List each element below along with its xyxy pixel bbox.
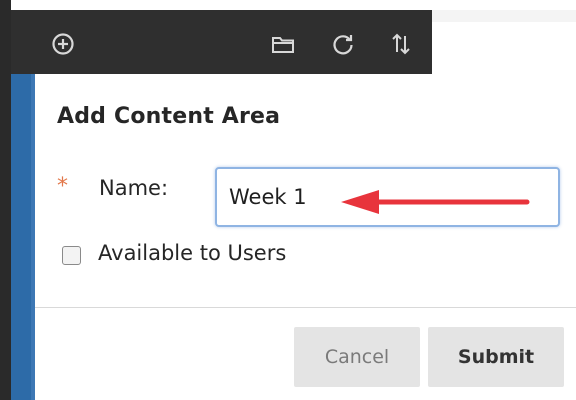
refresh-icon[interactable] bbox=[329, 30, 357, 58]
folder-icon[interactable] bbox=[269, 30, 297, 58]
dialog-title: Add Content Area bbox=[57, 104, 281, 129]
available-to-users-checkbox[interactable] bbox=[62, 246, 81, 265]
name-input[interactable] bbox=[215, 167, 560, 227]
left-edge bbox=[0, 0, 11, 400]
toolbar-spacer bbox=[432, 22, 576, 74]
name-label: Name: bbox=[99, 176, 169, 200]
cancel-button[interactable]: Cancel bbox=[294, 327, 420, 387]
dialog-divider bbox=[35, 307, 576, 308]
required-marker: * bbox=[57, 174, 68, 199]
course-menu-stripe bbox=[11, 74, 31, 400]
top-strip bbox=[11, 0, 576, 10]
content-toolbar bbox=[11, 10, 432, 74]
sort-icon[interactable] bbox=[387, 30, 415, 58]
add-content-area-dialog: Add Content Area * Name: Available to Us… bbox=[35, 74, 576, 400]
submit-button[interactable]: Submit bbox=[428, 327, 564, 387]
available-to-users-label[interactable]: Available to Users bbox=[98, 241, 286, 265]
add-circle-icon[interactable] bbox=[49, 30, 77, 58]
